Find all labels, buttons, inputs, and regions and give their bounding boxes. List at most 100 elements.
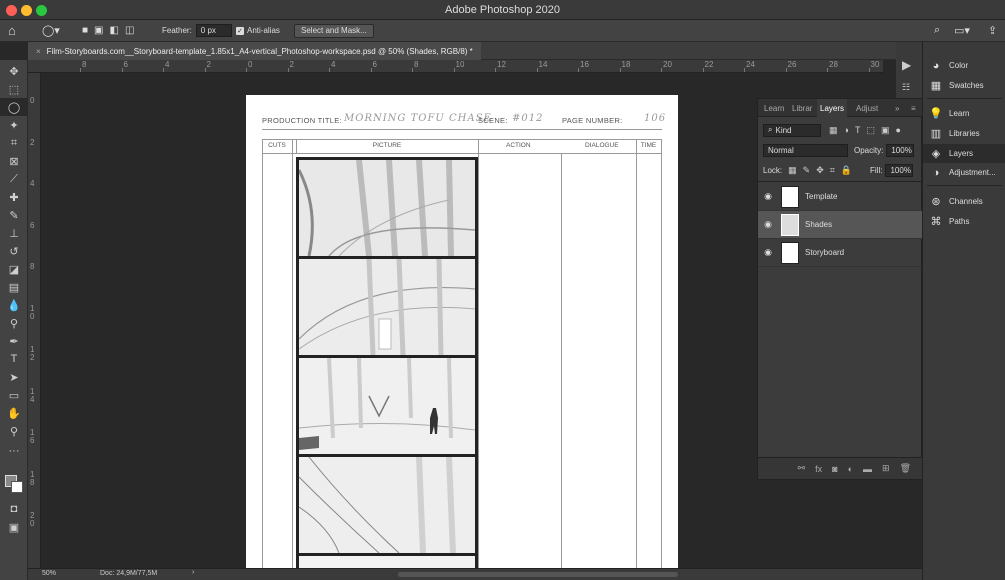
screen-mode-icon[interactable]: ▣ [0,518,28,536]
marquee-tool-icon[interactable]: ⬚ [0,80,28,98]
eyedropper-tool-icon[interactable]: ⟋ [0,170,28,188]
path-selection-tool-icon[interactable]: ➤ [0,368,28,386]
clone-stamp-tool-icon[interactable]: ⊥ [0,224,28,242]
opacity-input[interactable]: 100% [886,143,915,157]
antialias-checkbox[interactable]: ✓ [236,26,244,35]
tab-libraries[interactable]: Librar [792,99,812,117]
storyboard-panel[interactable] [296,256,478,358]
layer-name[interactable]: Storyboard [805,248,844,257]
layer-name[interactable]: Shades [805,220,832,229]
storyboard-panel[interactable] [296,355,478,457]
ruler-label: 8 [82,60,87,69]
search-icon[interactable]: ⌕ [934,23,940,38]
zoom-tool-icon[interactable]: ⚲ [0,422,28,440]
horizontal-scrollbar[interactable] [398,572,678,577]
move-tool-icon[interactable]: ✥ [0,62,28,80]
lasso-tool-icon[interactable]: ◯ [0,98,28,116]
new-group-icon[interactable]: ▬ [863,464,872,474]
dock-item-layers[interactable]: ◈ Layers [923,144,1005,163]
gradient-tool-icon[interactable]: ▤ [0,278,28,296]
layer-effects-icon[interactable]: fx [815,464,822,474]
dock-item-color[interactable]: ◕ Color [923,56,1005,75]
storyboard-panel[interactable] [296,454,478,556]
dodge-tool-icon[interactable]: ⚲ [0,314,28,332]
filter-shape-icon[interactable]: ⬚ [866,125,875,136]
fill-input[interactable]: 100% [885,163,914,177]
tab-adjustments[interactable]: Adjust [856,99,878,117]
dock-item-channels[interactable]: ⊛ Channels [923,192,1005,211]
quick-mask-icon[interactable]: ◘ [0,500,28,518]
feather-input[interactable]: 0 px [195,24,232,37]
status-menu-arrow[interactable]: › [192,569,194,576]
add-selection-icon[interactable]: ▣ [94,25,103,36]
dock-item-learn[interactable]: 💡 Learn [923,104,1005,123]
play-icon[interactable]: ▶ [902,58,911,72]
lock-artboard-icon[interactable]: ⌗ [830,165,835,176]
eraser-tool-icon[interactable]: ◪ [0,260,28,278]
filter-adjustment-icon[interactable]: ◑ [844,125,849,136]
document-tab[interactable]: × Film-Storyboards.com__Storyboard-templ… [28,42,481,60]
crop-tool-icon[interactable]: ⌗ [0,134,28,152]
visibility-eye-icon[interactable]: ◉ [758,247,778,258]
subtract-selection-icon[interactable]: ◧ [110,25,119,36]
filter-type-icon[interactable]: T [855,125,861,136]
rectangle-tool-icon[interactable]: ▭ [0,386,28,404]
layer-row-shades[interactable]: ◉ Shades [758,211,923,239]
intersect-selection-icon[interactable]: ◫ [125,25,134,36]
new-selection-icon[interactable]: ■ [82,25,88,36]
more-tabs-icon[interactable]: » [895,99,899,117]
dock-item-libraries[interactable]: ▥ Libraries [923,124,1005,143]
layer-filter-select[interactable]: ⌕ Kind [763,123,821,137]
hand-tool-icon[interactable]: ✋ [0,404,28,422]
blend-mode-select[interactable]: Normal [763,143,848,157]
tab-layers[interactable]: Layers [817,99,848,117]
visibility-eye-icon[interactable]: ◉ [758,191,778,202]
adjustment-layer-icon[interactable]: ◐ [848,464,853,474]
lock-all-icon[interactable]: 🔒 [841,165,852,176]
home-icon[interactable]: ⌂ [8,23,16,38]
history-brush-tool-icon[interactable]: ↺ [0,242,28,260]
dock-item-adjustments[interactable]: ◑ Adjustment... [923,163,1005,182]
lasso-tool-preset-icon[interactable]: ◯▾ [42,23,60,38]
lock-paint-icon[interactable]: ✎ [803,165,811,176]
storyboard-page[interactable]: PRODUCTION TITLE: MORNING TOFU CHASE SCE… [246,95,678,568]
edit-toolbar-icon[interactable]: ··· [0,442,28,460]
ruler-label: 1 8 [30,469,35,487]
lock-position-icon[interactable]: ✥ [816,165,824,176]
share-icon[interactable]: ⇪ [988,23,997,38]
new-layer-icon[interactable]: ⊞ [882,463,890,474]
ruler-label: 22 [704,60,714,69]
dock-item-paths[interactable]: ⌘ Paths [923,212,1005,231]
frame-tool-icon[interactable]: ⊠ [0,152,28,170]
properties-icon[interactable]: ☷ [902,82,910,93]
lock-transparent-icon[interactable]: ▦ [788,165,797,176]
pen-tool-icon[interactable]: ✒ [0,332,28,350]
filter-smart-icon[interactable]: ▣ [881,125,890,136]
layer-name[interactable]: Template [805,192,837,201]
background-color-swatch[interactable] [11,481,23,493]
tab-learn[interactable]: Learn [764,99,784,117]
visibility-eye-icon[interactable]: ◉ [758,219,778,230]
link-layers-icon[interactable]: ⚯ [798,463,806,474]
blur-tool-icon[interactable]: 💧 [0,296,28,314]
dock-label: Color [949,61,969,70]
storyboard-panel[interactable] [296,157,478,259]
layer-row-template[interactable]: ◉ Template [758,183,923,211]
layer-row-storyboard[interactable]: ◉ Storyboard [758,239,923,267]
dock-item-swatches[interactable]: ▦ Swatches [923,76,1005,95]
brush-tool-icon[interactable]: ✎ [0,206,28,224]
filter-pixel-icon[interactable]: ▦ [829,125,838,136]
zoom-level[interactable]: 50% [42,570,56,577]
add-mask-icon[interactable]: ◙ [832,464,837,474]
filter-toggle-icon[interactable]: ● [895,125,900,136]
workspace-icon[interactable]: ▭▾ [954,23,970,38]
healing-brush-tool-icon[interactable]: ✚ [0,188,28,206]
type-tool-icon[interactable]: T [0,350,28,368]
selection-mode-group: ■ ▣ ◧ ◫ [82,23,134,38]
select-and-mask-button[interactable]: Select and Mask... [294,23,374,38]
magic-wand-tool-icon[interactable]: ✦ [0,116,28,134]
close-tab-icon[interactable]: × [36,47,41,56]
storyboard-panel[interactable] [296,553,478,568]
delete-layer-icon[interactable]: 🗑 [900,463,911,474]
panel-menu-icon[interactable]: ≡ [911,99,916,117]
